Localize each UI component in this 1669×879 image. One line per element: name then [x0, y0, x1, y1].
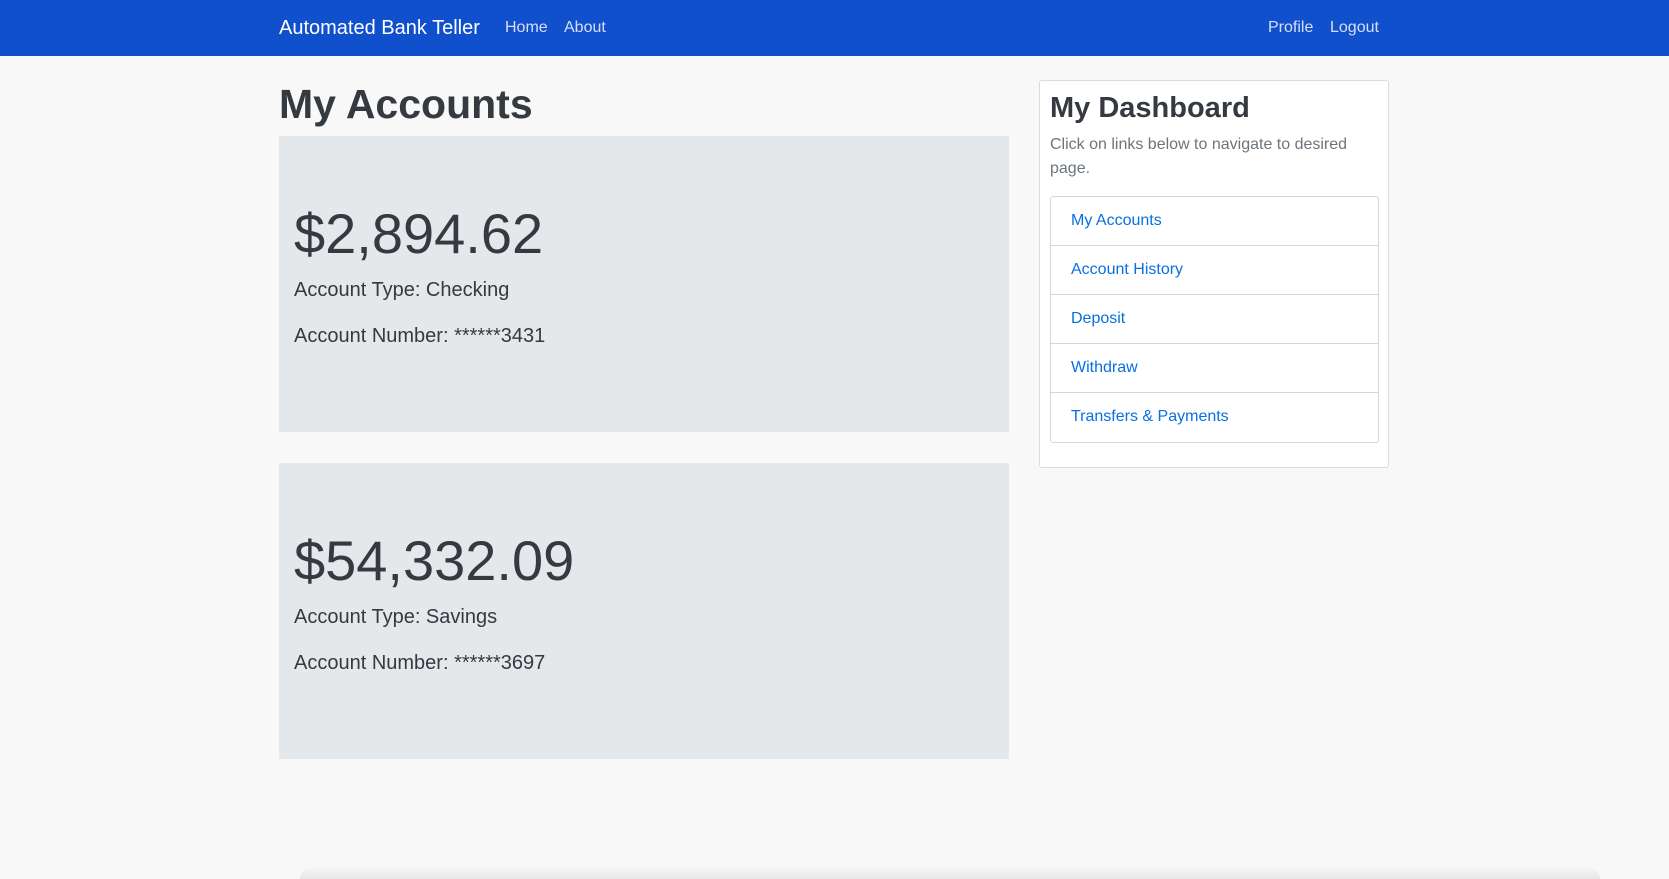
account-card-savings: $54,332.09 Account Type: Savings Account… — [279, 463, 1009, 759]
account-number: Account Number: ******3697 — [294, 652, 546, 674]
top-navbar: Automated Bank Teller Home About Profile… — [0, 0, 1669, 56]
dashboard-panel: My Dashboard Click on links below to nav… — [1039, 80, 1389, 468]
bottom-shadow — [300, 866, 1600, 879]
account-card-checking: $2,894.62 Account Type: Checking Account… — [279, 136, 1009, 432]
nav-about-link[interactable]: About — [564, 19, 606, 37]
dashboard-link-list: My Accounts Account History Deposit With… — [1050, 196, 1379, 443]
dashboard-link-withdraw[interactable]: Withdraw — [1051, 344, 1378, 393]
dashboard-title: My Dashboard — [1050, 92, 1250, 124]
nav-home-link[interactable]: Home — [505, 19, 548, 37]
page-title: My Accounts — [279, 81, 533, 127]
account-type: Account Type: Checking — [294, 279, 510, 301]
dashboard-link-deposit[interactable]: Deposit — [1051, 295, 1378, 344]
nav-logout-link[interactable]: Logout — [1330, 19, 1379, 37]
nav-profile-link[interactable]: Profile — [1268, 19, 1313, 37]
account-balance: $2,894.62 — [294, 202, 544, 265]
account-type: Account Type: Savings — [294, 606, 498, 628]
dashboard-link-account-history[interactable]: Account History — [1051, 246, 1378, 295]
dashboard-link-my-accounts[interactable]: My Accounts — [1051, 197, 1378, 246]
brand-link[interactable]: Automated Bank Teller — [279, 17, 480, 40]
account-balance: $54,332.09 — [294, 529, 575, 592]
dashboard-link-transfers-payments[interactable]: Transfers & Payments — [1051, 393, 1378, 442]
dashboard-subtitle: Click on links below to navigate to desi… — [1050, 136, 1348, 177]
account-number: Account Number: ******3431 — [294, 325, 546, 347]
